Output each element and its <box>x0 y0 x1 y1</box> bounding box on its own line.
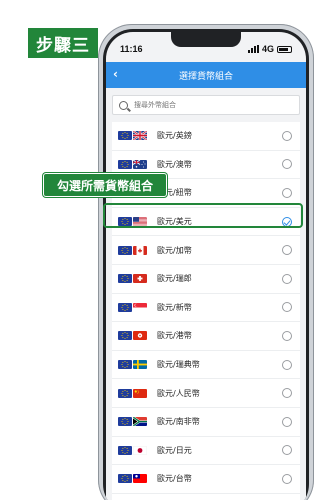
signal-icon <box>247 45 259 53</box>
pair-label: 歐元/瑞典幣 <box>157 360 200 370</box>
currency-pair-row[interactable]: 歐元/港幣 <box>112 322 300 351</box>
radio-unchecked[interactable] <box>282 273 292 284</box>
status-bar: 11:16 4G <box>106 32 306 62</box>
ca-flag-icon <box>133 245 147 255</box>
pair-flags <box>118 245 147 255</box>
radio-unchecked[interactable] <box>282 302 292 313</box>
currency-pair-row[interactable]: 歐元/新幣 <box>112 294 300 323</box>
status-time: 11:16 <box>120 44 143 54</box>
eu-flag-icon <box>118 131 132 141</box>
status-indicators: 4G <box>247 44 292 54</box>
currency-pair-row[interactable]: 歐元/日元 <box>112 437 300 466</box>
eu-flag-icon <box>118 417 132 427</box>
currency-pair-row[interactable]: 歐元/英鎊 <box>112 122 300 151</box>
eu-flag-icon <box>118 331 132 341</box>
eu-flag-icon <box>118 245 132 255</box>
eu-flag-icon <box>118 445 132 455</box>
selection-highlight <box>103 203 303 228</box>
eu-flag-icon <box>118 388 132 398</box>
radio-unchecked[interactable] <box>282 245 292 256</box>
radio-unchecked[interactable] <box>282 130 292 141</box>
pair-label: 歐元/澳幣 <box>157 159 192 169</box>
pair-flags <box>118 445 147 455</box>
ch-flag-icon <box>133 274 147 284</box>
radio-unchecked[interactable] <box>282 416 292 427</box>
pair-label: 歐元/南非幣 <box>157 417 200 427</box>
eu-flag-icon <box>118 360 132 370</box>
page-title: 選擇貨幣組合 <box>178 71 233 82</box>
currency-pair-row[interactable]: 歐元/瑞郎 <box>112 265 300 294</box>
currency-pair-row[interactable]: 歐元/加幣 <box>112 236 300 265</box>
currency-pair-row[interactable]: 歐元/南非幣 <box>112 408 300 437</box>
pair-label: 歐元/瑞郎 <box>157 274 192 284</box>
pair-flags <box>118 131 147 141</box>
pair-label: 歐元/台幣 <box>157 474 192 484</box>
battery-icon <box>277 45 292 53</box>
pair-flags <box>118 417 147 427</box>
au-flag-icon <box>133 159 147 169</box>
phone-bezel: 11:16 4G ‹ 選擇貨幣組合 歐元/英鎊歐元/澳幣歐元/紐幣歐元/美元歐元… <box>103 29 309 500</box>
search-icon <box>119 100 128 110</box>
currency-pair-row[interactable]: 歐元/瑞典幣 <box>112 351 300 380</box>
network-label: 4G <box>261 44 274 54</box>
pair-label: 歐元/新幣 <box>157 302 192 312</box>
eu-flag-icon <box>118 274 132 284</box>
sg-flag-icon <box>133 302 147 312</box>
instruction-callout: 勾選所需貨幣組合 <box>43 173 167 197</box>
radio-unchecked[interactable] <box>282 473 292 484</box>
cn-flag-icon <box>133 388 147 398</box>
pair-flags <box>118 360 147 370</box>
nav-bar: ‹ 選擇貨幣組合 <box>106 62 306 88</box>
za-flag-icon <box>133 417 147 427</box>
step-badge: 步驟三 <box>28 28 98 58</box>
pair-flags <box>118 331 147 341</box>
app-screen: 11:16 4G ‹ 選擇貨幣組合 歐元/英鎊歐元/澳幣歐元/紐幣歐元/美元歐元… <box>106 32 306 500</box>
hk-flag-icon <box>133 331 147 341</box>
radio-unchecked[interactable] <box>282 330 292 341</box>
search-bar[interactable] <box>112 95 300 115</box>
search-input[interactable] <box>134 101 299 109</box>
se-flag-icon <box>133 360 147 370</box>
radio-unchecked[interactable] <box>282 359 292 370</box>
currency-pair-row[interactable]: 歐元/人民幣 <box>112 379 300 408</box>
pair-label: 歐元/人民幣 <box>157 388 200 398</box>
pair-flags <box>118 474 147 484</box>
pair-flags <box>118 302 147 312</box>
pair-flags <box>118 159 147 169</box>
radio-unchecked[interactable] <box>282 445 292 456</box>
currency-pair-row[interactable]: 歐元/台幣 <box>112 465 300 494</box>
pair-label: 歐元/日元 <box>157 445 192 455</box>
pair-label: 歐元/港幣 <box>157 331 192 341</box>
uk-flag-icon <box>133 131 147 141</box>
radio-unchecked[interactable] <box>282 388 292 399</box>
eu-flag-icon <box>118 159 132 169</box>
pair-label: 歐元/英鎊 <box>157 131 192 141</box>
eu-flag-icon <box>118 474 132 484</box>
tw-flag-icon <box>133 474 147 484</box>
radio-unchecked[interactable] <box>282 187 292 198</box>
pair-flags <box>118 388 147 398</box>
phone-frame: 11:16 4G ‹ 選擇貨幣組合 歐元/英鎊歐元/澳幣歐元/紐幣歐元/美元歐元… <box>98 24 314 500</box>
pair-flags <box>118 274 147 284</box>
eu-flag-icon <box>118 302 132 312</box>
pair-label: 歐元/加幣 <box>157 245 192 255</box>
jp-flag-icon <box>133 445 147 455</box>
back-arrow-icon[interactable]: ‹ <box>113 67 118 81</box>
radio-unchecked[interactable] <box>282 159 292 170</box>
